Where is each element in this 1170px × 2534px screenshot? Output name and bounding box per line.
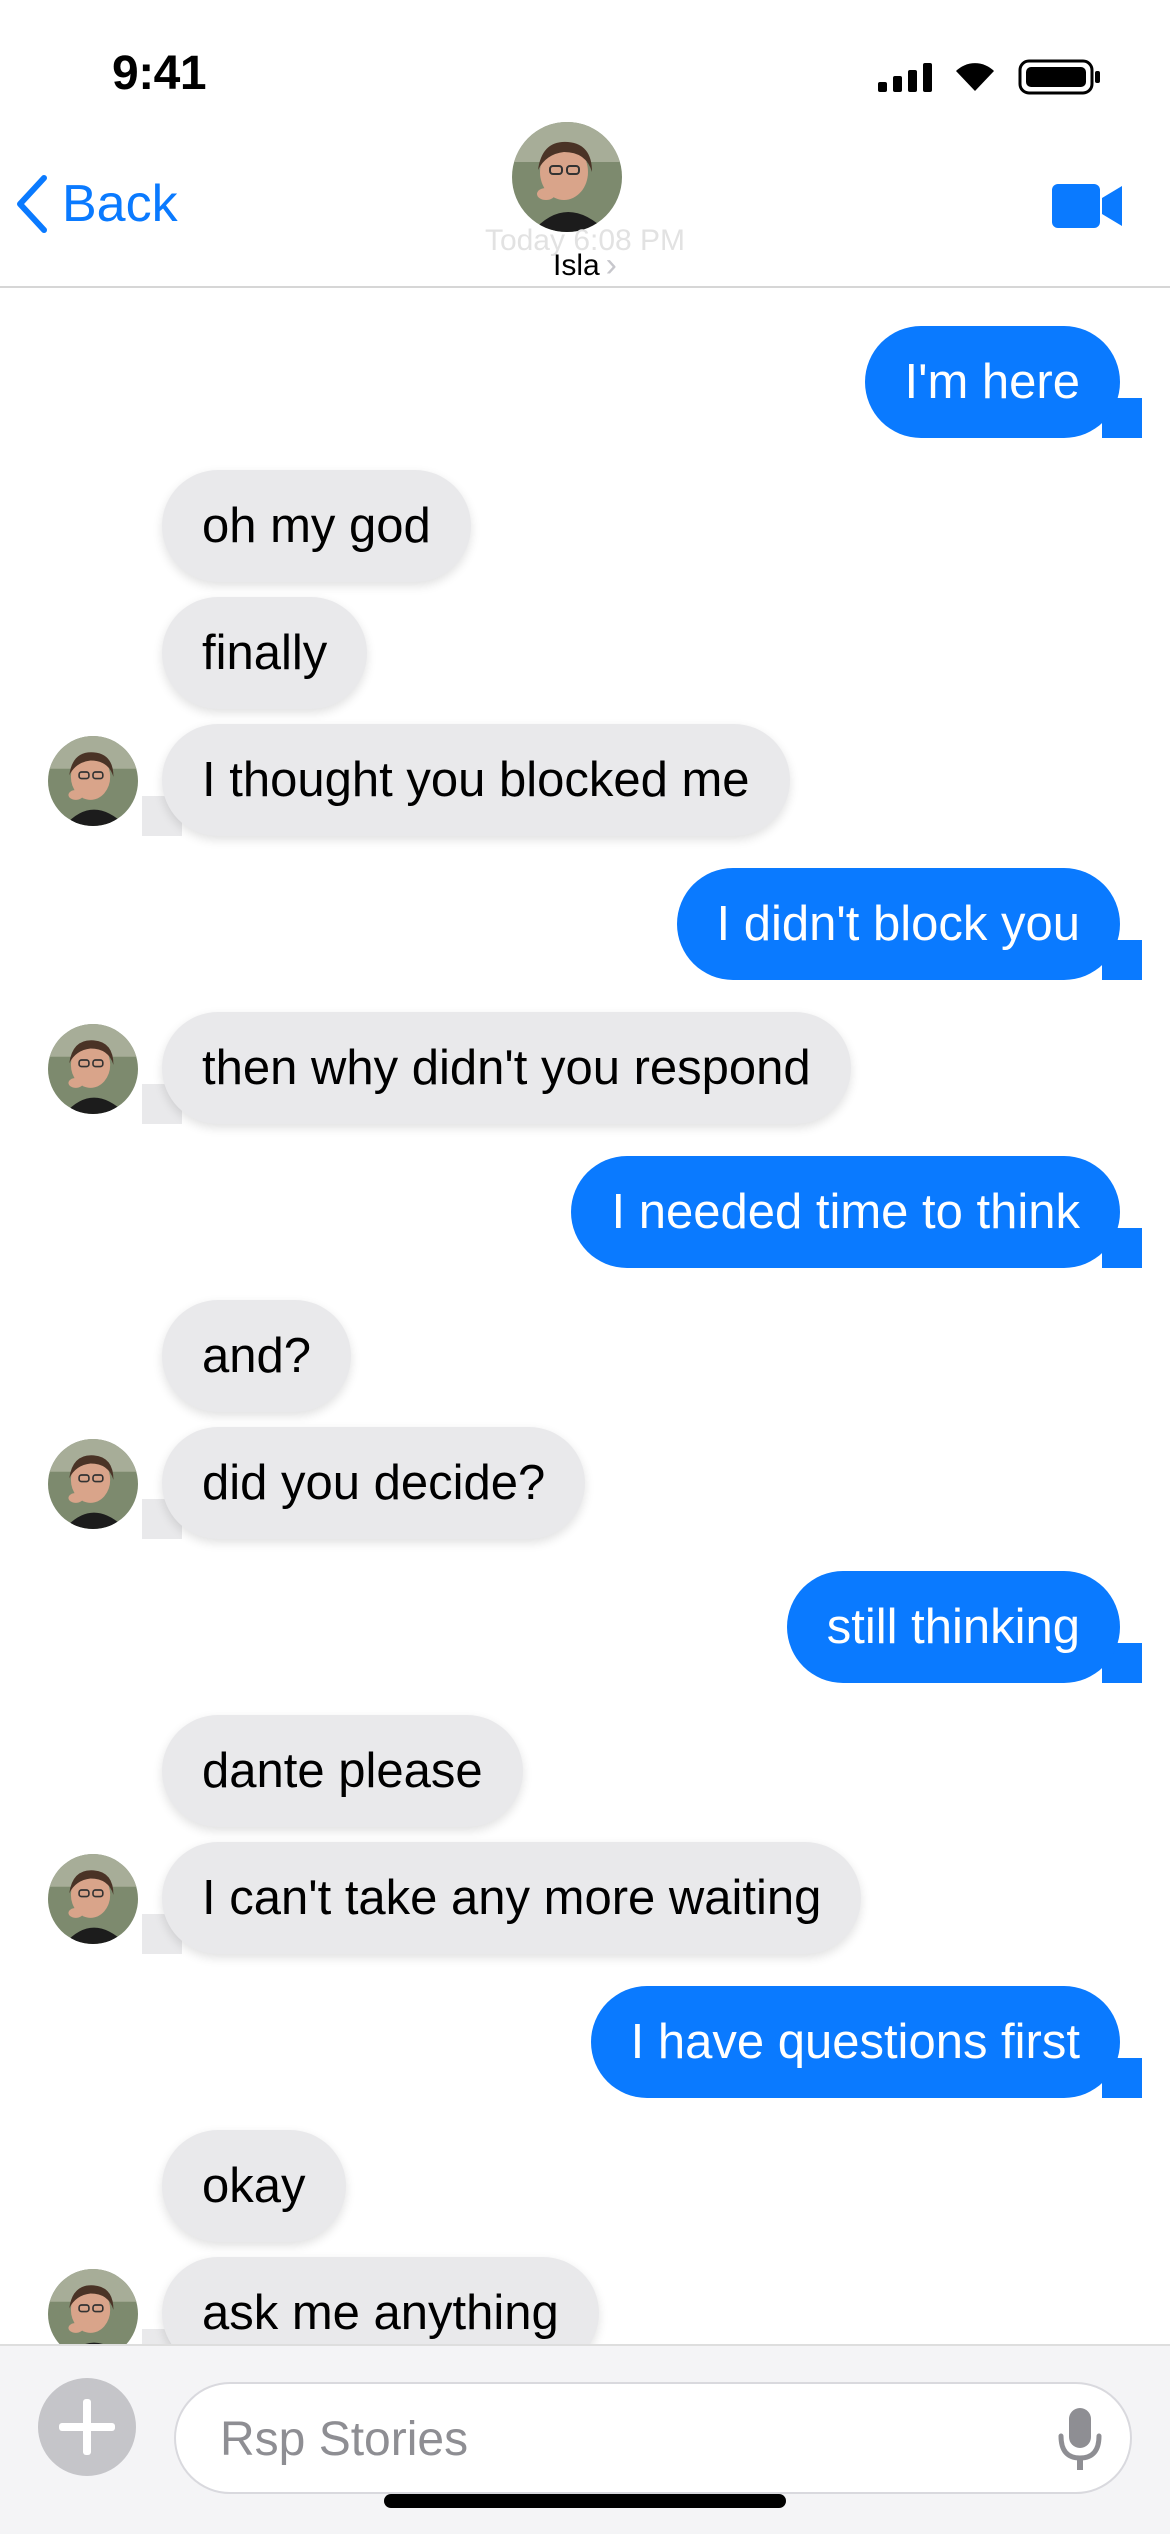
- received-message-bubble[interactable]: then why didn't you respond: [162, 1012, 851, 1124]
- message-list[interactable]: I'm here oh my god finally I thought you bl…: [0, 288, 1170, 2344]
- received-message-bubble[interactable]: finally: [162, 597, 368, 709]
- sent-message-bubble[interactable]: I have questions first: [590, 1986, 1120, 2098]
- received-message-bubble[interactable]: okay: [162, 2130, 346, 2242]
- wifi-icon: [954, 61, 996, 93]
- sender-avatar[interactable]: [48, 1854, 138, 1944]
- contact-avatar[interactable]: [512, 122, 622, 232]
- video-camera-icon: [1050, 184, 1124, 236]
- video-call-button[interactable]: [1050, 180, 1124, 237]
- contact-name: Isla: [552, 248, 600, 282]
- sender-avatar[interactable]: [48, 2269, 138, 2344]
- sent-message-bubble[interactable]: I didn't block you: [676, 868, 1120, 980]
- received-message-bubble[interactable]: I can't take any more waiting: [162, 1842, 862, 1954]
- plus-icon[interactable]: [38, 2378, 136, 2476]
- status-icons: [878, 58, 1102, 96]
- sent-message-bubble[interactable]: I needed time to think: [571, 1156, 1120, 1268]
- received-message-bubble[interactable]: did you decide?: [162, 1427, 586, 1539]
- message-input-container[interactable]: [174, 2382, 1132, 2494]
- sender-avatar[interactable]: [48, 1439, 138, 1529]
- sent-message-bubble[interactable]: I'm here: [864, 326, 1120, 438]
- received-message-bubble[interactable]: oh my god: [162, 470, 471, 582]
- home-indicator: [384, 2494, 786, 2508]
- received-message-bubble[interactable]: and?: [162, 1300, 352, 1412]
- cellular-signal-icon: [878, 62, 932, 92]
- received-message-bubble[interactable]: ask me anything: [162, 2257, 599, 2344]
- microphone-icon[interactable]: [1056, 2406, 1104, 2477]
- conversation-header: Back Today 6:08 PM Isla ›: [0, 110, 1170, 288]
- sent-message-bubble[interactable]: still thinking: [786, 1571, 1120, 1683]
- received-message-bubble[interactable]: I thought you blocked me: [162, 724, 790, 836]
- battery-icon: [1018, 58, 1102, 96]
- sender-avatar[interactable]: [48, 1024, 138, 1114]
- status-time: 9:41: [112, 47, 207, 100]
- sender-avatar[interactable]: [48, 736, 138, 826]
- chevron-right-icon: ›: [605, 246, 617, 284]
- contact-name-button[interactable]: Isla ›: [0, 246, 1170, 285]
- message-input[interactable]: [218, 2384, 1002, 2494]
- received-message-bubble[interactable]: dante please: [162, 1715, 523, 1827]
